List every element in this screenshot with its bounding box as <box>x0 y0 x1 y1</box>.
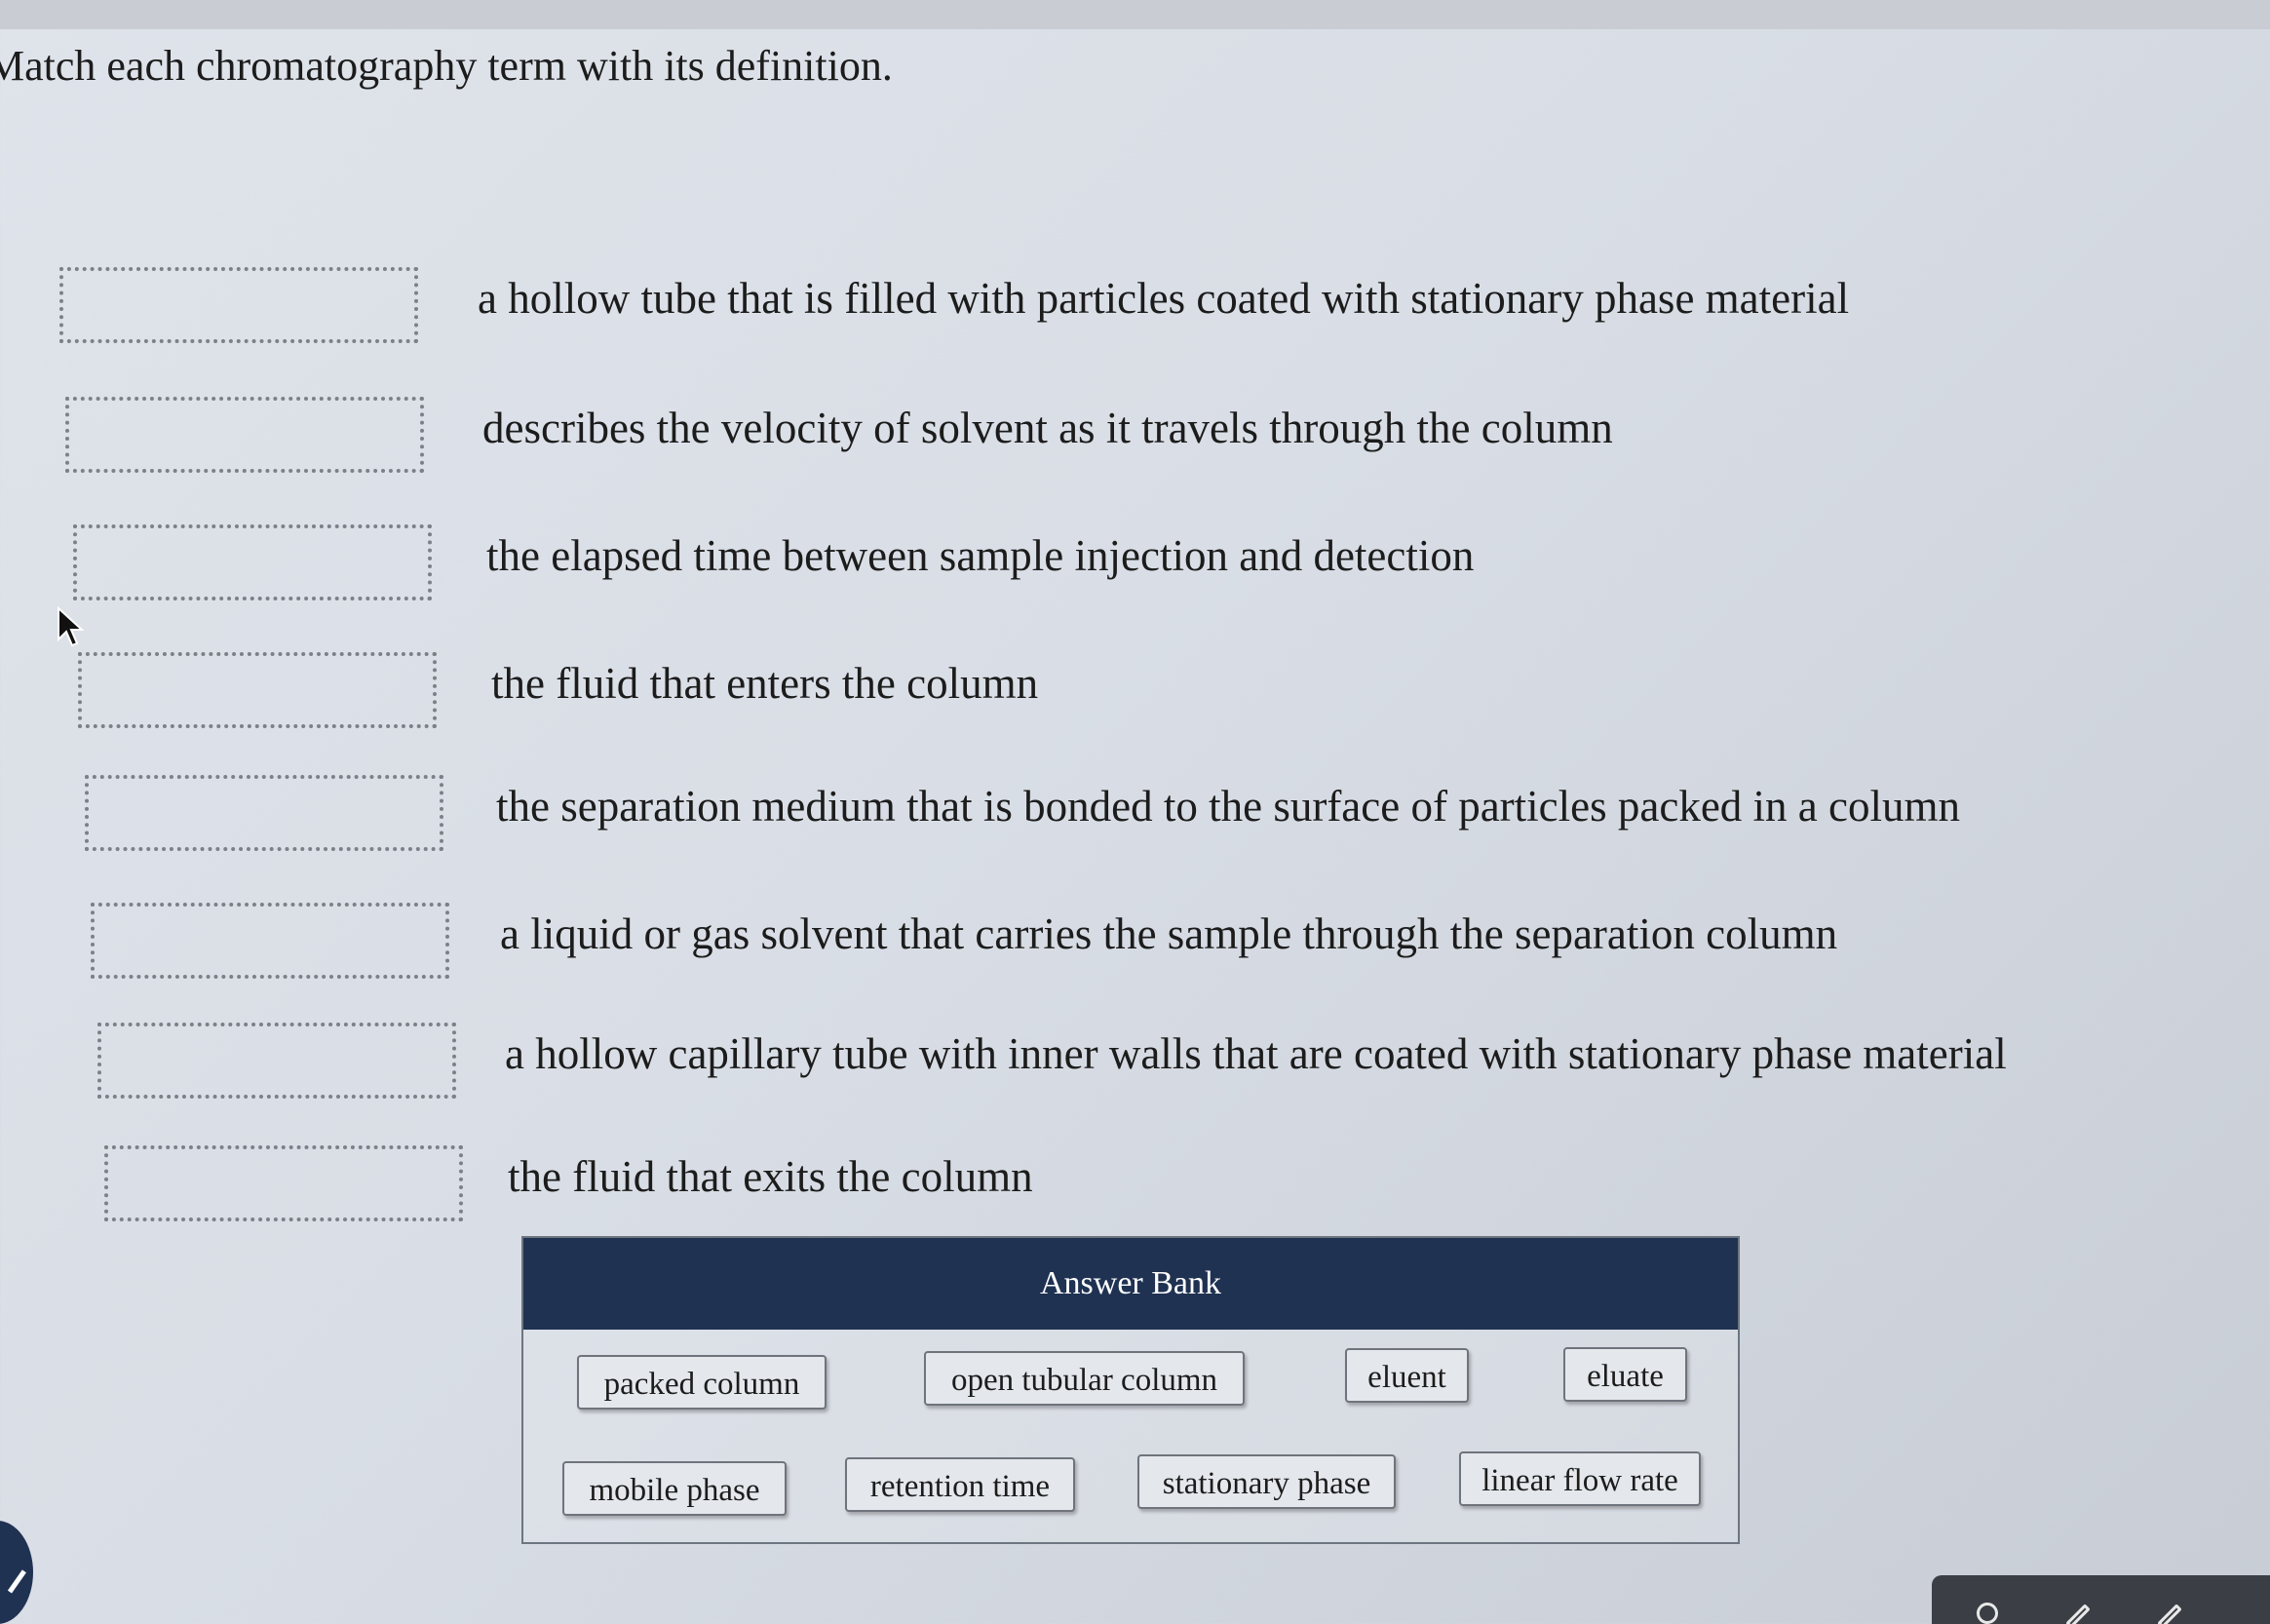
question-prompt: Match each chromatography term with its … <box>0 42 893 90</box>
term-chip-open-tubular-column[interactable]: open tubular column <box>924 1351 1245 1406</box>
term-chip-retention-time[interactable]: retention time <box>845 1457 1075 1512</box>
browser-top-strip <box>0 0 2270 29</box>
answer-bank: Answer Bank packed column open tubular c… <box>521 1236 1740 1544</box>
definition-text: a hollow capillary tube with inner walls… <box>505 1029 2007 1078</box>
answer-drop-target-6[interactable] <box>91 903 449 979</box>
definition-text: describes the velocity of solvent as it … <box>482 404 1613 452</box>
check-icon <box>0 1563 26 1594</box>
definition-text: a hollow tube that is filled with partic… <box>478 274 1850 323</box>
term-chip-eluent[interactable]: eluent <box>1345 1348 1469 1403</box>
answer-drop-target-1[interactable] <box>59 267 418 343</box>
definition-text: a liquid or gas solvent that carries the… <box>500 909 1838 958</box>
answer-bank-title: Answer Bank <box>523 1238 1738 1330</box>
definition-text: the elapsed time between sample injectio… <box>486 531 1475 580</box>
term-chip-mobile-phase[interactable]: mobile phase <box>562 1461 787 1516</box>
answer-drop-target-4[interactable] <box>78 652 437 728</box>
pencil-icon[interactable] <box>2065 1604 2091 1624</box>
answer-drop-target-3[interactable] <box>73 524 432 600</box>
term-chip-stationary-phase[interactable]: stationary phase <box>1137 1454 1396 1509</box>
bottom-toolbar <box>1932 1575 2270 1624</box>
answer-drop-target-2[interactable] <box>65 397 424 473</box>
answer-drop-target-8[interactable] <box>104 1145 463 1221</box>
help-icon[interactable] <box>1977 1603 1998 1624</box>
answer-drop-target-5[interactable] <box>85 775 443 851</box>
definition-text: the fluid that enters the column <box>491 659 1039 708</box>
definition-text: the separation medium that is bonded to … <box>496 782 1961 831</box>
term-chip-packed-column[interactable]: packed column <box>577 1355 827 1410</box>
term-chip-linear-flow-rate[interactable]: linear flow rate <box>1459 1451 1701 1506</box>
mouse-pointer-icon <box>58 606 85 647</box>
answer-drop-target-7[interactable] <box>97 1023 456 1099</box>
definition-text: the fluid that exits the column <box>508 1152 1033 1201</box>
pen-icon[interactable] <box>2157 1604 2182 1624</box>
side-panel-toggle[interactable] <box>0 1521 33 1624</box>
term-chip-eluate[interactable]: eluate <box>1563 1347 1687 1402</box>
